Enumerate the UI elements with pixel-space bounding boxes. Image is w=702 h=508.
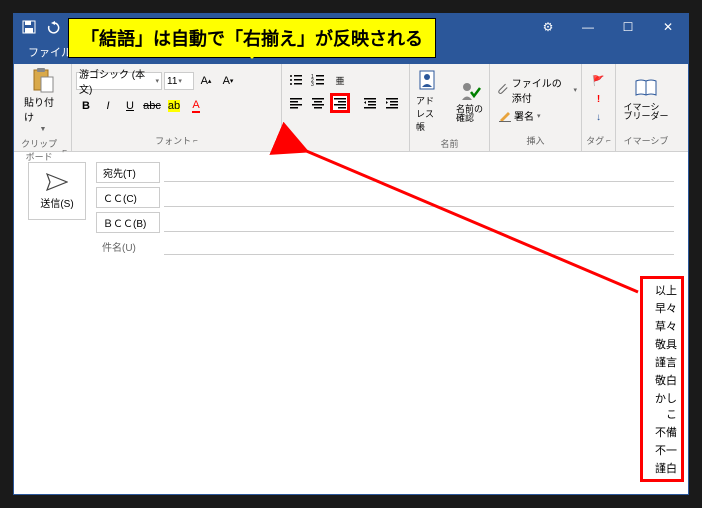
font-size-select[interactable]: 11▾	[164, 72, 194, 90]
font-group: 游ゴシック (本文)▾ 11▾ A▴ A▾ B I U abc ab A フォン…	[72, 64, 282, 151]
highlight-button[interactable]: ab	[164, 96, 184, 116]
svg-text:3: 3	[311, 82, 314, 87]
window-controls: ⚙ — ☐ ✕	[528, 14, 688, 40]
low-importance-button[interactable]: ↓	[591, 109, 607, 125]
ime-candidate[interactable]: 敬白	[645, 371, 679, 389]
align-right-button[interactable]	[330, 93, 350, 113]
to-input[interactable]	[164, 164, 674, 182]
group-label: フォント⌐	[76, 132, 277, 149]
ime-candidate[interactable]: かしこ	[645, 389, 679, 423]
header-fields: 宛先(T) ＣＣ(C) ＢＣＣ(B) 件名(U)	[96, 162, 674, 259]
options-button[interactable]: ⚙	[528, 14, 568, 40]
send-button[interactable]: 送信(S)	[28, 162, 86, 220]
ime-candidate[interactable]: 早々	[645, 299, 679, 317]
group-label: イマーシブ	[620, 132, 672, 149]
ime-candidate[interactable]: 謹言	[645, 353, 679, 371]
undo-button[interactable]	[42, 16, 64, 38]
send-icon	[46, 173, 68, 191]
bold-button[interactable]: B	[76, 96, 96, 116]
chevron-down-icon: ▼	[40, 126, 47, 133]
minimize-button[interactable]: —	[568, 14, 608, 40]
address-book-icon	[416, 68, 440, 92]
insert-group: ファイルの添付▾ 署名▾ 挿入	[490, 64, 582, 151]
paste-label: 貼り付け	[24, 94, 61, 124]
bullets-button[interactable]	[286, 70, 306, 90]
numbering-button[interactable]: 123	[308, 70, 328, 90]
attach-file-button[interactable]: ファイルの添付▾	[498, 75, 577, 105]
check-names-button[interactable]: 名前の 確認	[450, 77, 489, 125]
ime-candidate-list: 以上早々草々敬具謹言敬白かしこ不備不一謹白	[640, 276, 684, 482]
paragraph-group: 123 亜	[282, 64, 410, 151]
signature-icon	[498, 109, 512, 123]
strikethrough-button[interactable]: abc	[142, 96, 162, 116]
ime-candidate[interactable]: 敬具	[645, 335, 679, 353]
address-book-button[interactable]: アドレス帳	[410, 66, 446, 135]
close-button[interactable]: ✕	[648, 14, 688, 40]
ime-candidate[interactable]: 不備	[645, 423, 679, 441]
paste-button[interactable]: 貼り付け ▼	[18, 66, 67, 135]
decrease-indent-button[interactable]	[360, 93, 380, 113]
to-button[interactable]: 宛先(T)	[96, 162, 160, 183]
group-label: クリップボード⌐	[18, 135, 67, 165]
outlook-window: ▼ ⚙ — ☐ ✕ ファイル 貼り付け ▼ クリップボード⌐	[13, 13, 689, 495]
ruby-button[interactable]: 亜	[330, 70, 350, 90]
align-left-button[interactable]	[286, 93, 306, 113]
ime-candidate[interactable]: 以上	[645, 281, 679, 299]
group-label: 挿入	[494, 132, 577, 149]
save-button[interactable]	[18, 16, 40, 38]
underline-button[interactable]: U	[120, 96, 140, 116]
align-center-button[interactable]	[308, 93, 328, 113]
compose-header: 送信(S) 宛先(T) ＣＣ(C) ＢＣＣ(B) 件名(U)	[14, 152, 688, 269]
immersive-reader-button[interactable]: イマーシ ブリーダー	[618, 75, 675, 123]
signature-button[interactable]: 署名▾	[498, 108, 541, 123]
ime-candidate[interactable]: 不一	[645, 441, 679, 459]
tags-group: 🚩 ! ↓ タグ⌐	[582, 64, 616, 151]
check-names-icon	[458, 79, 482, 103]
font-color-button[interactable]: A	[186, 96, 206, 116]
group-label: 名前	[414, 135, 485, 152]
paperclip-icon	[498, 83, 510, 97]
italic-button[interactable]: I	[98, 96, 118, 116]
increase-indent-button[interactable]	[382, 93, 402, 113]
group-label	[286, 135, 405, 149]
font-name-select[interactable]: 游ゴシック (本文)▾	[76, 72, 162, 90]
high-importance-button[interactable]: !	[591, 91, 607, 107]
names-group: アドレス帳 名前の 確認 名前	[410, 64, 490, 151]
subject-label: 件名(U)	[96, 239, 160, 254]
maximize-button[interactable]: ☐	[608, 14, 648, 40]
ime-candidate[interactable]: 謹白	[645, 459, 679, 477]
cc-input[interactable]	[164, 189, 674, 207]
subject-input[interactable]	[164, 237, 674, 255]
shrink-font-button[interactable]: A▾	[218, 71, 238, 91]
clipboard-icon	[31, 68, 55, 92]
annotation-callout: 「結語」は自動で「右揃え」が反映される	[68, 18, 436, 58]
grow-font-button[interactable]: A▴	[196, 71, 216, 91]
book-icon	[634, 77, 658, 101]
ribbon: 貼り付け ▼ クリップボード⌐ 游ゴシック (本文)▾ 11▾ A▴ A▾ B …	[14, 64, 688, 152]
ime-candidate[interactable]: 草々	[645, 317, 679, 335]
follow-up-button[interactable]: 🚩	[591, 73, 607, 89]
clipboard-group: 貼り付け ▼ クリップボード⌐	[14, 64, 72, 151]
bcc-button[interactable]: ＢＣＣ(B)	[96, 212, 160, 233]
cc-button[interactable]: ＣＣ(C)	[96, 187, 160, 208]
bcc-input[interactable]	[164, 214, 674, 232]
group-label: タグ⌐	[586, 132, 611, 149]
immersive-group: イマーシ ブリーダー イマーシブ	[616, 64, 676, 151]
